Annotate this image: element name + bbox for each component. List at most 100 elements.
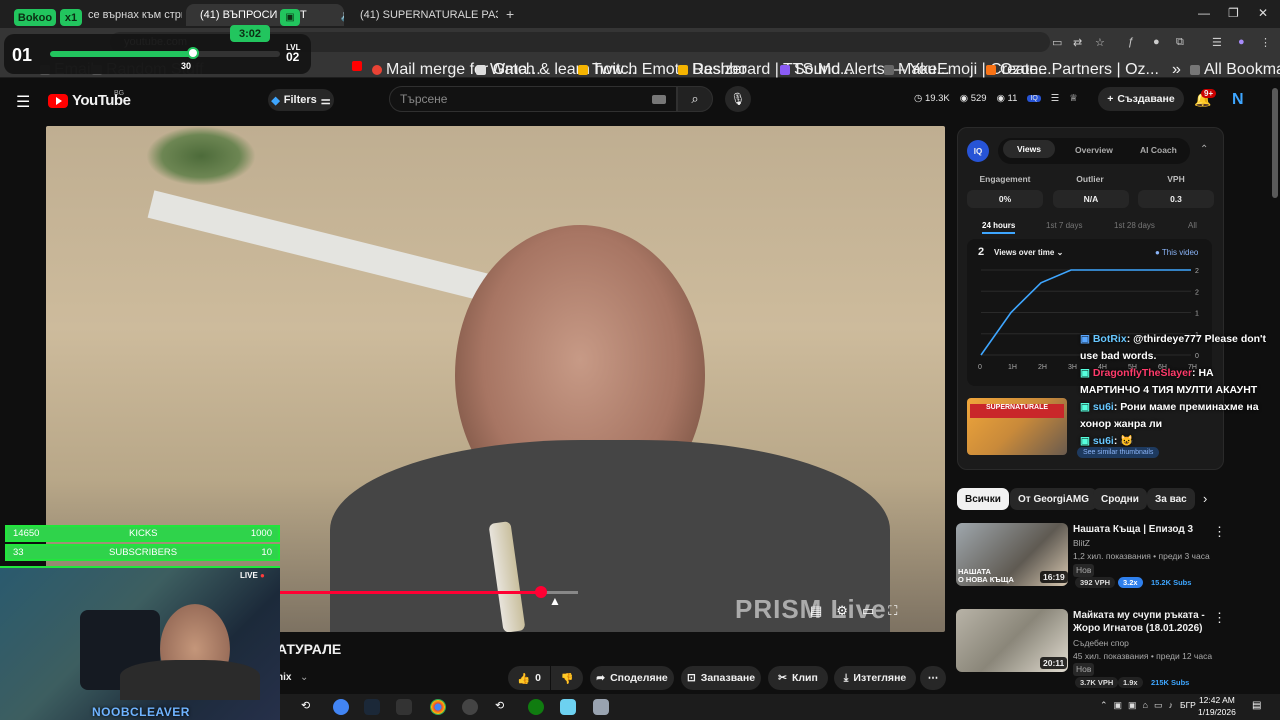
obs-icon[interactable]: [462, 699, 478, 715]
extensions-puzzle-icon[interactable]: ⧉: [1176, 36, 1184, 49]
browser-tab-3[interactable]: (41) SUPERNATURALE РАЗКРИ✕: [346, 4, 498, 26]
bookmark-item[interactable]: Ozone Partners | Oz...: [986, 61, 1159, 79]
channel-stats: ◷ 19.3K ◉ 529 ◉ 11 IQ ☰ ♕: [914, 93, 1078, 104]
avatar[interactable]: N: [1232, 91, 1244, 109]
chat-message: ▣ su6i: Рони маме преминахме на хонор жа…: [1080, 401, 1259, 430]
keyboard-icon[interactable]: [652, 95, 666, 104]
download-button[interactable]: ⤓ Изтегляне: [834, 666, 916, 690]
subscribers-current: 33: [13, 547, 24, 558]
minimize-icon[interactable]: —: [1198, 6, 1210, 20]
like-button[interactable]: 👍 0: [508, 666, 550, 690]
live-indicator: LIVE ●: [240, 571, 265, 580]
create-button[interactable]: + Създаване: [1098, 87, 1184, 111]
system-tray-icons[interactable]: ⌃▣▣⌂▭♪: [1100, 700, 1179, 711]
collapse-icon[interactable]: ⌃: [1200, 144, 1208, 155]
bookmark-label: Ozone Partners | Oz...: [1000, 61, 1159, 78]
chat-overlay: ▣ BotRix: @thirdeye777 Please don't use …: [1080, 331, 1270, 450]
trophy-icon[interactable]: ♕: [1069, 93, 1078, 104]
stat-views: ◷ 19.3K: [914, 93, 950, 104]
taskbar-app-icon[interactable]: [560, 699, 576, 715]
bookmarks-overflow-icon[interactable]: »: [1172, 61, 1181, 79]
more-options-icon[interactable]: ⋮: [1213, 610, 1226, 626]
folder-icon: [1190, 65, 1200, 75]
chat-text: :: [1113, 435, 1118, 447]
chevron-down-icon[interactable]: ⌄: [300, 672, 308, 683]
range-7d[interactable]: 1st 7 days: [1046, 221, 1082, 230]
vidiq-icon[interactable]: IQ: [1027, 95, 1041, 102]
menu-dots-icon[interactable]: ⋮: [1260, 36, 1271, 49]
xbox-icon[interactable]: [528, 699, 544, 715]
more-options-icon[interactable]: ⋮: [1213, 524, 1226, 540]
theater-mode-icon[interactable]: ▭: [862, 603, 874, 619]
steam-icon[interactable]: [364, 699, 380, 715]
bookmark-item[interactable]: [352, 61, 362, 71]
taskbar-app-icon[interactable]: [333, 699, 349, 715]
window-close-icon[interactable]: ✕: [1258, 6, 1268, 20]
browser-tab-2[interactable]: (41) ВЪПРОСИ И ОТ 🔊 ✕: [186, 4, 344, 26]
video-controls: ▤ ⚙ ▭ ⛶: [810, 603, 897, 619]
range-28d[interactable]: 1st 28 days: [1114, 221, 1155, 230]
chrome-icon[interactable]: [430, 699, 446, 715]
back-arrow-icon[interactable]: ⟲: [301, 699, 317, 715]
save-label: Запазване: [700, 672, 756, 684]
taskbar-app-icon[interactable]: [396, 699, 412, 715]
browser-tab-1[interactable]: се върнах към стри✕: [80, 4, 182, 26]
keyboard-language[interactable]: БГР: [1180, 700, 1196, 710]
recommendation-channel[interactable]: Съдебен спор: [1073, 637, 1129, 650]
save-button[interactable]: ⊡ Запазване: [681, 666, 761, 690]
taskbar-app-icon[interactable]: ⟲: [495, 699, 511, 715]
subtitles-icon[interactable]: ▤: [810, 603, 822, 619]
filters-button[interactable]: ◆ Filters ⚌: [268, 89, 334, 111]
extension-icon[interactable]: ƒ: [1128, 36, 1134, 48]
settings-gear-icon[interactable]: ⚙: [836, 603, 848, 619]
list-icon[interactable]: ☰: [1051, 93, 1060, 104]
recommendation-channel[interactable]: BlitZ: [1073, 537, 1090, 550]
profile-icon[interactable]: ●: [1238, 36, 1245, 48]
metric-label: Outlier: [1076, 174, 1104, 184]
range-24h[interactable]: 24 hours: [982, 221, 1016, 234]
recommendation-title[interactable]: Майката му счупи ръката - Жоро Игнатов (…: [1073, 609, 1213, 635]
speaker-icon[interactable]: 🔊: [341, 9, 344, 22]
restore-icon[interactable]: ❐: [1228, 6, 1239, 20]
chip-from-channel[interactable]: От GeorgiAMG: [1010, 488, 1098, 510]
chart-metric-select[interactable]: Views over time ⌄: [994, 248, 1063, 257]
vidiq-tab-overview[interactable]: Overview: [1075, 145, 1113, 155]
ellipsis-icon: ⋯: [927, 672, 939, 684]
video-scrubber-knob[interactable]: [535, 586, 547, 598]
translate-icon[interactable]: ⇄: [1073, 36, 1082, 49]
clip-button[interactable]: ✂ Клип: [768, 666, 828, 690]
page-scrollbar[interactable]: [1272, 88, 1278, 198]
chip-for-you[interactable]: За вас: [1147, 488, 1195, 510]
chevron-right-icon[interactable]: ›: [1203, 491, 1207, 506]
chip-all[interactable]: Всички: [957, 488, 1009, 510]
vidiq-tab-views[interactable]: Views: [1003, 140, 1055, 158]
share-button[interactable]: ➦ Споделяне: [590, 666, 674, 690]
makeemoji-icon: [884, 65, 894, 75]
microphone-icon[interactable]: 🎙: [725, 86, 751, 112]
video-progress-played[interactable]: [280, 591, 540, 594]
metric-value: 0.3: [1138, 190, 1214, 208]
chip-related[interactable]: Сродни: [1093, 488, 1147, 510]
more-actions-button[interactable]: ⋯: [920, 666, 946, 690]
webcam-shoulders: [120, 660, 260, 700]
new-tab-icon[interactable]: +: [506, 6, 514, 22]
recommendation-title[interactable]: Нашата Къща | Епизод 3: [1073, 523, 1213, 536]
search-input[interactable]: Търсене: [389, 86, 677, 112]
dislike-button[interactable]: 👎: [551, 666, 583, 690]
region-code: BG: [114, 90, 125, 97]
bookmark-star-icon[interactable]: ☆: [1095, 36, 1105, 49]
taskbar-app-icon[interactable]: [593, 699, 609, 715]
cast-icon[interactable]: ▭: [1052, 36, 1062, 49]
notification-center-icon[interactable]: ▤: [1252, 700, 1261, 711]
taskbar-clock[interactable]: 12:42 AM 1/19/2026: [1198, 694, 1236, 718]
range-all[interactable]: All: [1188, 221, 1197, 230]
fullscreen-icon[interactable]: ⛶: [888, 603, 897, 619]
extension-icon[interactable]: ●: [1153, 36, 1160, 48]
new-badge: Нов: [1073, 564, 1095, 577]
menu-hamburger-icon[interactable]: ☰: [16, 92, 32, 112]
video-frame-plant: [146, 126, 256, 186]
tab-search-icon[interactable]: ☰: [1212, 36, 1222, 49]
all-bookmarks[interactable]: All Bookmarks: [1190, 61, 1280, 79]
search-icon[interactable]: ⌕: [677, 86, 713, 112]
vidiq-tab-ai-coach[interactable]: AI Coach: [1140, 145, 1177, 155]
